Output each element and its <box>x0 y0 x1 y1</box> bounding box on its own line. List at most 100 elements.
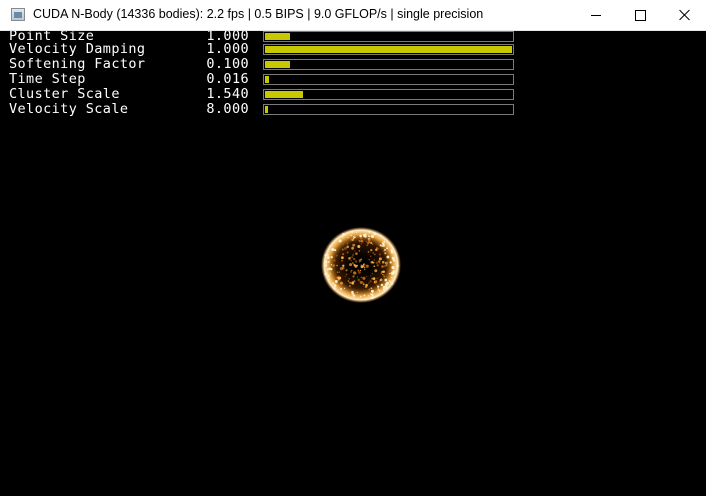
particle <box>370 255 372 257</box>
particle <box>370 296 373 299</box>
minimize-button[interactable] <box>573 0 619 30</box>
particle <box>326 256 330 259</box>
particle <box>371 293 374 296</box>
particle <box>368 288 371 291</box>
particle <box>376 264 379 267</box>
particle <box>348 284 351 288</box>
particle <box>324 263 328 267</box>
param-label: Cluster Scale <box>9 86 120 102</box>
particle <box>340 281 343 285</box>
particle <box>378 248 380 250</box>
particle <box>339 267 343 271</box>
particle <box>361 281 364 284</box>
particle <box>353 236 356 239</box>
param-row-velocity-scale: Velocity Scale 8.000 <box>0 101 520 119</box>
particle <box>381 270 384 273</box>
particle <box>328 278 330 281</box>
particle <box>334 249 337 252</box>
particle <box>370 234 375 239</box>
particle <box>380 283 384 287</box>
particle <box>391 256 395 260</box>
particle <box>374 280 378 283</box>
particle <box>367 241 370 245</box>
particle <box>368 259 371 261</box>
particle <box>376 284 378 286</box>
point-size-slider[interactable] <box>263 31 514 42</box>
simulation-canvas[interactable]: Point Size 1.000 Velocity Damping 1.000 … <box>0 31 706 496</box>
particle <box>333 284 337 287</box>
slider-fill <box>265 46 512 53</box>
particle <box>349 281 352 284</box>
particle <box>377 285 380 288</box>
maximize-button[interactable] <box>617 0 663 30</box>
time-step-slider[interactable] <box>263 74 514 85</box>
particle <box>351 261 354 265</box>
particle <box>378 253 381 256</box>
particle <box>392 248 394 250</box>
particle <box>339 241 341 243</box>
particle <box>352 257 356 261</box>
nbody-window: CUDA N-Body (14336 bodies): 2.2 fps | 0.… <box>0 0 706 496</box>
close-button[interactable] <box>662 0 706 30</box>
particle <box>386 255 390 259</box>
particle <box>332 264 336 267</box>
particle <box>370 287 373 290</box>
particle <box>384 261 389 265</box>
particle <box>337 278 340 281</box>
particle <box>384 278 388 282</box>
slider-fill <box>265 76 269 83</box>
velocity-damping-slider[interactable] <box>263 44 514 55</box>
particle <box>351 246 354 250</box>
particle <box>350 260 352 262</box>
particle <box>383 265 386 268</box>
maximize-icon <box>634 9 646 21</box>
particle <box>381 260 385 264</box>
slider-fill <box>265 61 290 68</box>
close-icon <box>679 9 691 21</box>
particle <box>358 239 361 243</box>
particle <box>364 268 366 271</box>
particle <box>348 257 351 260</box>
particle <box>345 273 348 276</box>
particle <box>374 253 376 256</box>
title-bar[interactable]: CUDA N-Body (14336 bodies): 2.2 fps | 0.… <box>0 0 706 31</box>
particle <box>379 278 383 282</box>
particle <box>384 285 388 289</box>
particle <box>358 271 361 274</box>
app-window-icon <box>11 8 25 21</box>
particle <box>373 265 376 268</box>
particle <box>383 250 385 252</box>
particle <box>327 261 330 263</box>
particle <box>369 280 372 283</box>
particle <box>370 249 373 252</box>
particle <box>356 264 359 267</box>
particle <box>326 253 329 257</box>
particle <box>333 286 336 290</box>
particle <box>350 256 352 258</box>
particle <box>351 292 354 295</box>
particle <box>383 240 386 243</box>
particle <box>343 287 346 289</box>
particle <box>346 242 349 245</box>
particle <box>338 271 340 273</box>
particle <box>341 256 344 260</box>
particle <box>381 245 383 247</box>
particle <box>348 277 350 280</box>
cluster-scale-slider[interactable] <box>263 89 514 100</box>
particle <box>365 264 369 268</box>
softening-factor-slider[interactable] <box>263 59 514 70</box>
particle <box>378 243 380 246</box>
particle <box>341 236 344 238</box>
particle <box>324 253 327 257</box>
velocity-scale-slider[interactable] <box>263 104 514 115</box>
particle <box>373 296 376 299</box>
particle <box>347 237 349 239</box>
particle <box>347 280 350 282</box>
particle <box>352 255 354 257</box>
particle <box>388 280 391 282</box>
particle <box>390 281 392 284</box>
particle <box>396 264 399 267</box>
particle <box>369 236 371 238</box>
particle <box>379 234 382 237</box>
particle <box>365 283 368 287</box>
